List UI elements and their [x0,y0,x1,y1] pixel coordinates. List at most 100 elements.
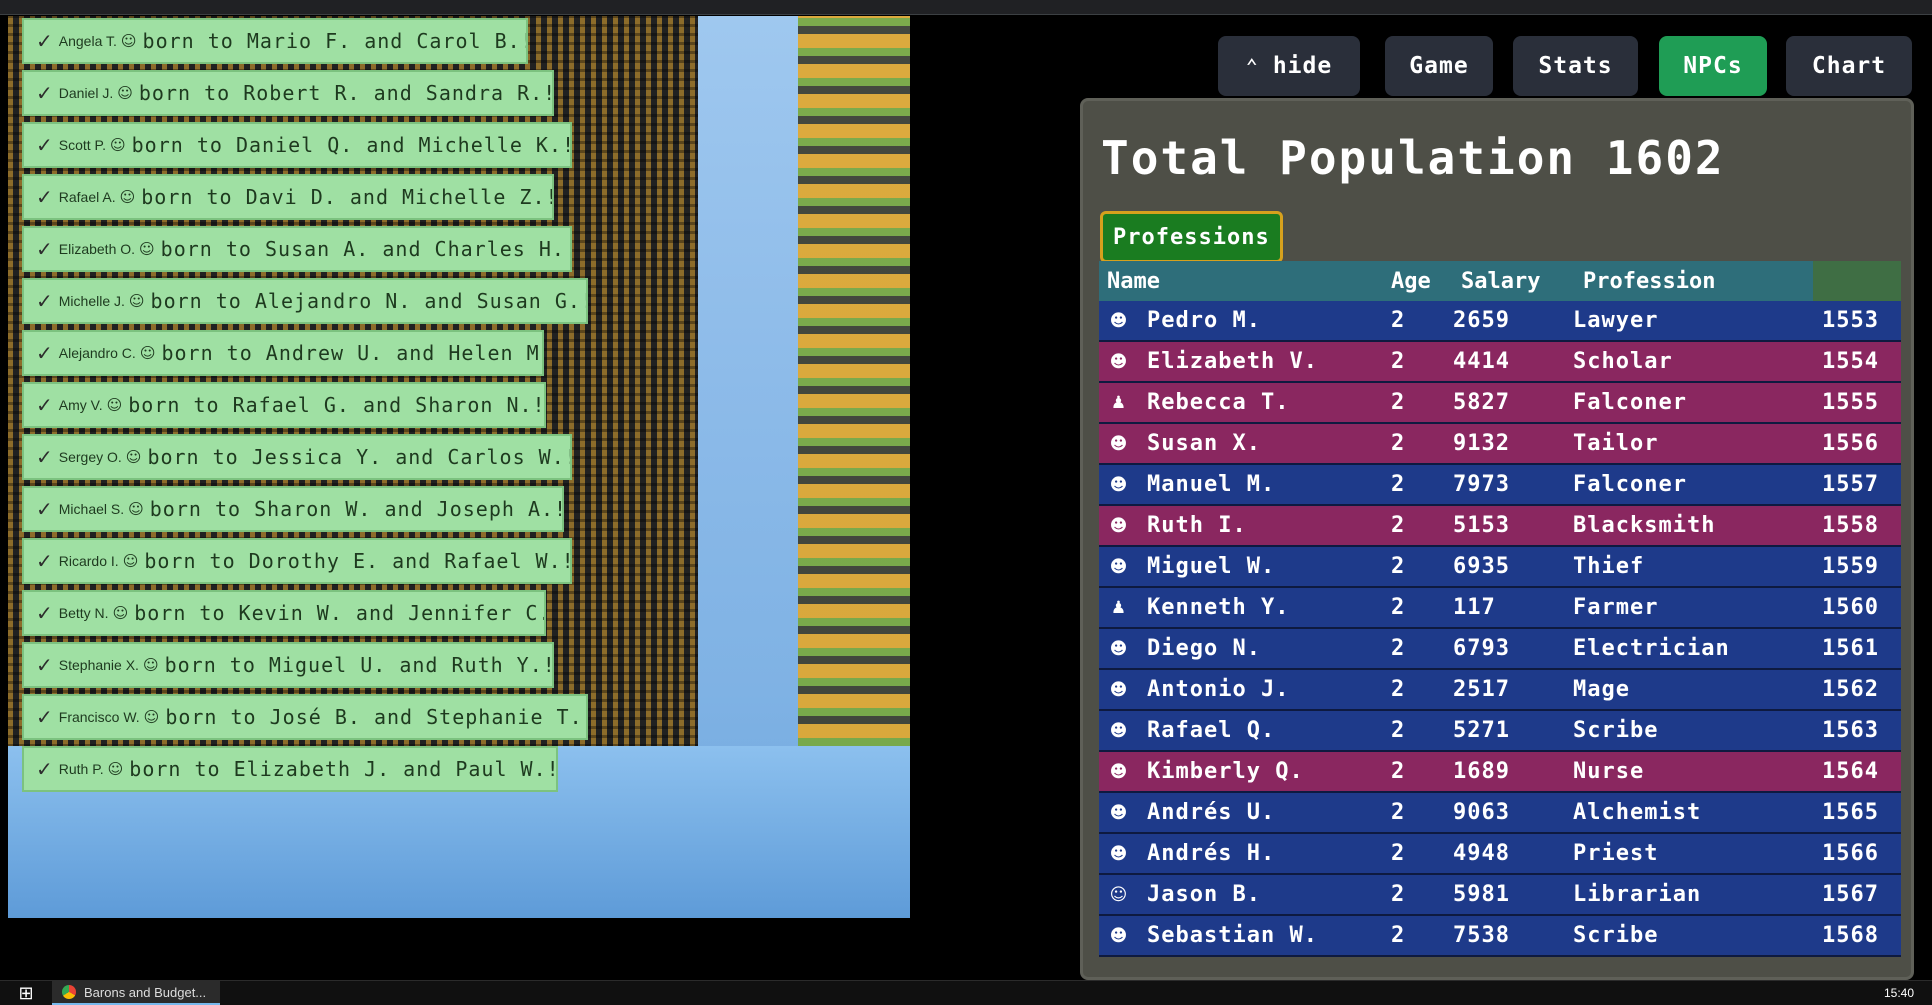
npc-age: 2 [1391,759,1406,784]
npc-name: Kenneth Y. [1147,595,1290,620]
table-row[interactable]: ☺ Jason B. 2 5981 Librarian 1567 [1099,875,1901,916]
table-row[interactable]: ♟ Kenneth Y. 2 117 Farmer 1560 [1099,588,1901,629]
notification-toast: ✓ Stephanie X. ☺ born to Miguel U. and Ruth… [22,642,554,688]
taskbar: ⊞ Barons and Budget... 15:40 [0,980,1932,1005]
npc-age: 2 [1391,431,1406,456]
baby-face-icon: ☺ [128,500,144,518]
npc-name: Andrés U. [1147,800,1276,825]
notification-toast: ✓ Francisco W. ☺ born to José B. and Stepha… [22,694,588,740]
npc-age: 2 [1391,390,1406,415]
table-row[interactable]: ☻ Elizabeth V. 2 4414 Scholar 1554 [1099,342,1901,383]
npc-profession: Scholar [1573,349,1673,374]
npc-age: 2 [1391,800,1406,825]
npc-table: Name Age Salary Profession ☻ Pedro M. 2 265… [1099,261,1901,957]
npc-avatar-icon: ☻ [1109,720,1129,741]
npc-id: 1561 [1822,636,1879,661]
npc-avatar-icon: ☻ [1109,802,1129,823]
npc-avatar-icon: ☻ [1109,515,1129,536]
hide-button[interactable]: ⌃ hide [1218,36,1360,96]
game-button[interactable]: Game [1385,36,1493,96]
professions-button[interactable]: Professions [1100,211,1283,263]
baby-face-icon: ☺ [142,656,159,674]
npc-salary: 7538 [1453,923,1510,948]
notification-toast: ✓ Amy V. ☺ born to Rafael G. and Sharon N.!… [22,382,546,428]
birth-message: born to Susan A. and Charles H.! [160,237,572,261]
npc-salary: 2659 [1453,308,1510,333]
col-salary[interactable]: Salary [1461,269,1583,294]
newborn-name: Alejandro C. [58,345,136,361]
npc-salary: 5981 [1453,882,1510,907]
notification-toast: ✓ Michelle J. ☺ born to Alejandro N. and Su… [22,278,588,324]
col-name[interactable]: Name [1099,269,1391,294]
col-age[interactable]: Age [1391,269,1461,294]
npc-name: Antonio J. [1147,677,1290,702]
npc-age: 2 [1391,882,1406,907]
npc-salary: 9132 [1453,431,1510,456]
notification-toast: ✓ Alejandro C. ☺ born to Andrew U. and Hele… [22,330,544,376]
npc-name: Rafael Q. [1147,718,1276,743]
npc-avatar-icon: ♟ [1110,392,1128,413]
npc-salary: 4948 [1453,841,1510,866]
newborn-name: Michael S. [58,501,125,517]
npc-avatar-icon: ☻ [1109,761,1129,782]
npc-avatar-icon: ☻ [1109,679,1129,700]
npc-id: 1562 [1822,677,1879,702]
stats-button[interactable]: Stats [1513,36,1638,96]
birth-message: born to Jessica Y. and Carlos W.! [147,445,572,469]
npc-id: 1563 [1822,718,1879,743]
table-row[interactable]: ♟ Rebecca T. 2 5827 Falconer 1555 [1099,383,1901,424]
table-row[interactable]: ☻ Manuel M. 2 7973 Falconer 1557 [1099,465,1901,506]
notification-toast: ✓ Rafael A. ☺ born to Davi D. and Michelle … [22,174,554,220]
baby-face-icon: ☺ [139,240,155,258]
npc-panel[interactable]: Total Population 1602 Professions Name A… [1080,98,1914,980]
npc-id: 1557 [1822,472,1879,497]
chart-button[interactable]: Chart [1786,36,1912,96]
npc-salary: 5153 [1453,513,1510,538]
windows-start-icon[interactable]: ⊞ [0,983,52,1004]
npc-avatar-icon: ☻ [1109,433,1129,454]
birth-message: born to Mario F. and Carol B.! [142,29,528,53]
npc-id: 1564 [1822,759,1879,784]
birth-message: born to Elizabeth J. and Paul W.! [129,757,558,781]
table-row[interactable]: ☻ Pedro M. 2 2659 Lawyer 1553 [1099,301,1901,342]
notification-toast: ✓ Daniel J. ☺ born to Robert R. and Sandra … [22,70,554,116]
table-row[interactable]: ☻ Ruth I. 2 5153 Blacksmith 1558 [1099,506,1901,547]
newborn-name: Michelle J. [58,293,125,309]
table-row[interactable]: ☻ Andrés H. 2 4948 Priest 1566 [1099,834,1901,875]
baby-face-icon: ☺ [106,396,123,414]
npc-profession: Electrician [1573,636,1730,661]
npc-profession: Blacksmith [1573,513,1716,538]
baby-face-icon: ☺ [128,292,145,310]
newborn-name: Amy V. [58,397,103,413]
notification-toast: ✓ Elizabeth O. ☺ born to Susan A. and Charl… [22,226,572,272]
npcs-button[interactable]: NPCs [1659,36,1767,96]
birth-message: born to Daniel Q. and Michelle K.! [131,133,572,157]
table-row[interactable]: ☻ Miguel W. 2 6935 Thief 1559 [1099,547,1901,588]
check-icon: ✓ [36,237,53,261]
table-row[interactable]: ☻ Sebastian W. 2 7538 Scribe 1568 [1099,916,1901,957]
table-row[interactable]: ☻ Andrés U. 2 9063 Alchemist 1565 [1099,793,1901,834]
col-profession[interactable]: Profession [1583,269,1803,294]
npc-profession: Mage [1573,677,1630,702]
npc-name: Sebastian W. [1147,923,1318,948]
table-row[interactable]: ☻ Antonio J. 2 2517 Mage 1562 [1099,670,1901,711]
table-row[interactable]: ☻ Diego N. 2 6793 Electrician 1561 [1099,629,1901,670]
check-icon: ✓ [36,29,53,53]
npc-name: Miguel W. [1147,554,1276,579]
notification-toast: ✓ Ruth P. ☺ born to Elizabeth J. and Paul W… [22,746,558,792]
table-row[interactable]: ☻ Rafael Q. 2 5271 Scribe 1563 [1099,711,1901,752]
npc-id: 1553 [1822,308,1879,333]
npc-name: Rebecca T. [1147,390,1290,415]
check-icon: ✓ [36,289,53,313]
taskbar-chrome-window[interactable]: Barons and Budget... [52,981,221,1005]
npc-avatar-icon: ☻ [1109,556,1129,577]
npc-name: Diego N. [1147,636,1261,661]
table-row[interactable]: ☻ Susan X. 2 9132 Tailor 1556 [1099,424,1901,465]
check-icon: ✓ [36,341,53,365]
npc-age: 2 [1391,472,1406,497]
birth-message: born to Andrew U. and Helen M.! [161,341,544,365]
table-row[interactable]: ☻ Kimberly Q. 2 1689 Nurse 1564 [1099,752,1901,793]
newborn-name: Betty N. [58,605,109,621]
npc-name: Susan X. [1147,431,1261,456]
birth-message: born to Miguel U. and Ruth Y.! [164,653,554,677]
